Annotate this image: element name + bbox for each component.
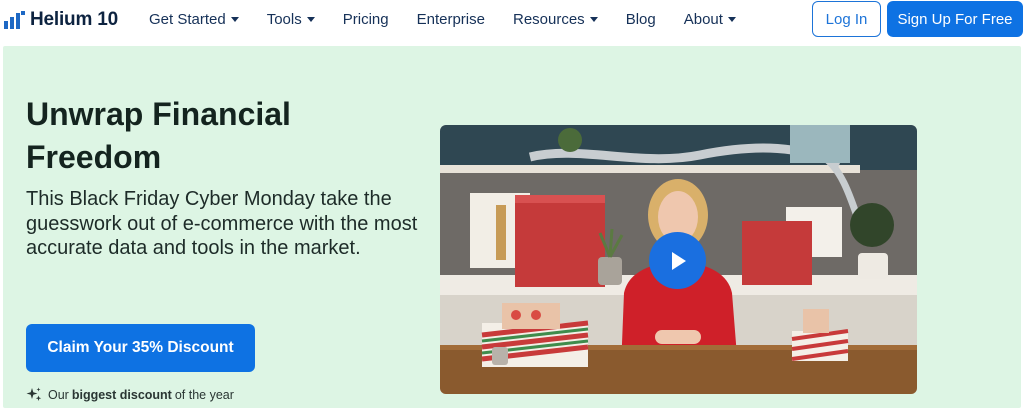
- helium10-logo[interactable]: Helium 10: [4, 9, 118, 31]
- nav-item-pricing[interactable]: Pricing: [343, 11, 389, 28]
- nav-item-label: Tools: [266, 10, 302, 28]
- nav-item-label: Get Started: [149, 10, 226, 28]
- hero-subtitle: This Black Friday Cyber Monday take the …: [26, 188, 418, 259]
- main-menu: Get Started Tools Pricing Enterprise Res…: [149, 0, 764, 38]
- nav-item-label: Enterprise: [416, 10, 485, 28]
- nav-item-resources[interactable]: Resources: [513, 11, 598, 28]
- nav-item-label: Resources: [512, 10, 585, 28]
- bar-chart-icon: [4, 11, 25, 29]
- nav-item-label: About: [683, 10, 723, 28]
- nav-item-get-started[interactable]: Get Started: [149, 11, 239, 28]
- hero-section: Unwrap Financial Freedom This Black Frid…: [3, 46, 1021, 408]
- nav-item-about[interactable]: About: [684, 11, 736, 28]
- note-bold: biggest discount: [71, 388, 172, 402]
- note-prefix: Our: [48, 388, 69, 402]
- hero-title: Unwrap Financial Freedom: [26, 96, 291, 175]
- nav-item-label: Pricing: [342, 10, 389, 28]
- sparkle-icon: [26, 387, 42, 401]
- play-button[interactable]: [649, 232, 706, 289]
- discount-note: Our biggest discount of the year: [26, 387, 234, 403]
- top-navbar: Helium 10 Get Started Tools Pricing Ente…: [0, 0, 1024, 46]
- note-suffix: of the year: [174, 388, 234, 402]
- nav-item-blog[interactable]: Blog: [626, 11, 656, 28]
- brand-name: Helium 10: [30, 9, 118, 30]
- caret-down-icon: [230, 17, 239, 22]
- caret-down-icon: [727, 17, 736, 22]
- promo-video[interactable]: [440, 125, 917, 394]
- caret-down-icon: [589, 17, 598, 22]
- nav-item-label: Blog: [625, 10, 656, 28]
- signup-button[interactable]: Sign Up For Free: [887, 1, 1023, 37]
- nav-item-enterprise[interactable]: Enterprise: [417, 11, 485, 28]
- caret-down-icon: [306, 17, 315, 22]
- claim-discount-button[interactable]: Claim Your 35% Discount: [26, 324, 255, 372]
- nav-item-tools[interactable]: Tools: [267, 11, 315, 28]
- login-button[interactable]: Log In: [812, 1, 881, 37]
- play-icon: [671, 251, 686, 270]
